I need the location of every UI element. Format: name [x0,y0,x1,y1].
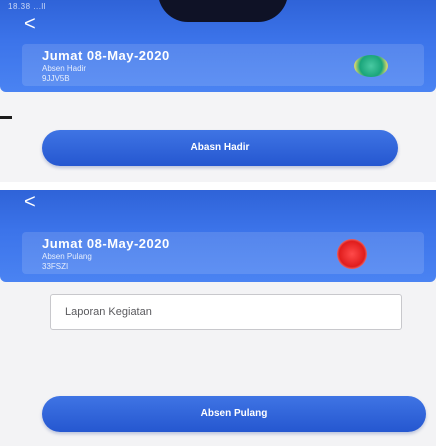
header-band: 18.38 ...ll < Jumat 08-May-2020 Absen Ha… [0,0,436,92]
back-icon[interactable]: < [24,192,36,212]
absen-pulang-button[interactable]: Absen Pulang [42,396,426,432]
card-type: Absen Hadir [42,64,87,73]
card-code: 9JJV5B [42,74,70,83]
back-icon[interactable]: < [24,14,36,34]
header-band: < Jumat 08-May-2020 Absen Pulang 33FSZI [0,190,436,282]
card-date: Jumat 08-May-2020 [42,236,170,251]
absen-hadir-button[interactable]: Abasn Hadir [42,130,398,166]
card-type: Absen Pulang [42,252,92,261]
status-bar: 18.38 ...ll [8,2,46,11]
screenshot-divider [0,182,436,190]
laporan-kegiatan-input[interactable] [50,294,402,330]
status-indicator-green-icon [354,55,388,77]
screen-absen-hadir: 18.38 ...ll < Jumat 08-May-2020 Absen Ha… [0,0,436,182]
edge-mark [0,116,12,119]
camera-notch [158,0,288,22]
screen-absen-pulang: < Jumat 08-May-2020 Absen Pulang 33FSZI … [0,190,436,446]
status-indicator-red-icon [337,239,367,269]
card-date: Jumat 08-May-2020 [42,48,170,63]
card-code: 33FSZI [42,262,69,271]
